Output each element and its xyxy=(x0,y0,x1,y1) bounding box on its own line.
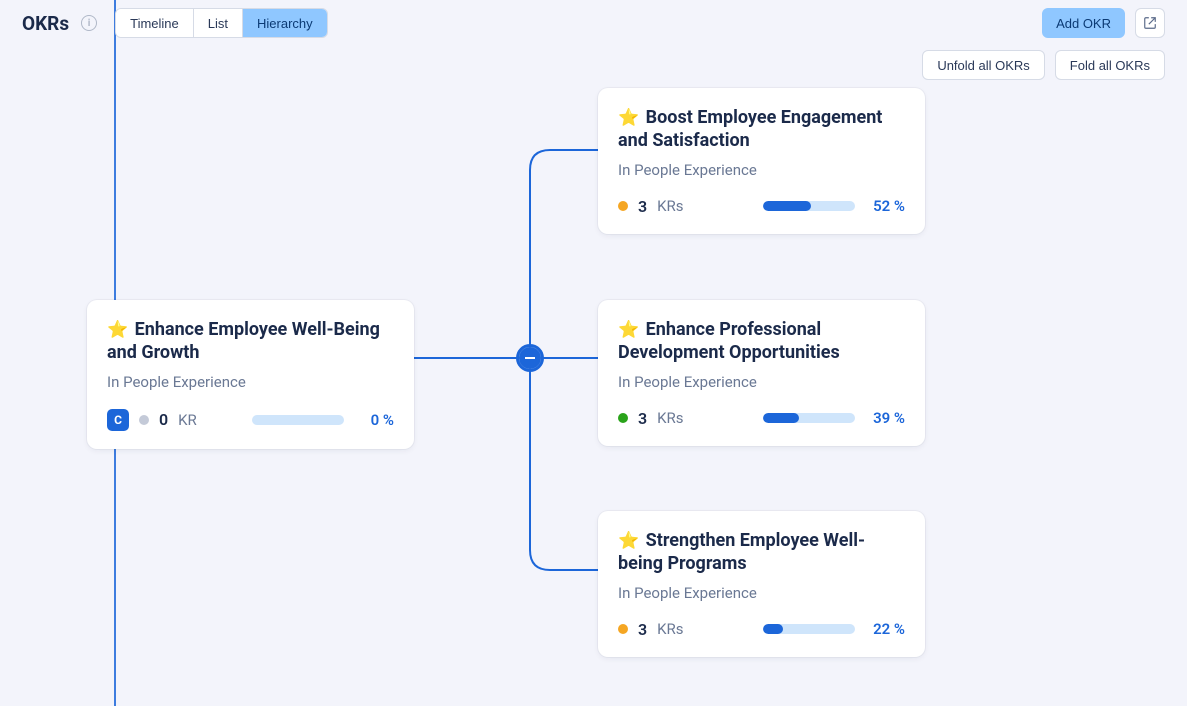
progress-fill xyxy=(763,624,783,634)
progress-bar xyxy=(763,201,855,211)
progress-bar xyxy=(252,415,344,425)
okr-card-child-1[interactable]: ⭐ Boost Employee Engagement and Satisfac… xyxy=(598,88,925,234)
kr-count: 0 xyxy=(159,410,168,429)
kr-count: 3 xyxy=(638,197,647,216)
progress-bar xyxy=(763,413,855,423)
kr-label: KR xyxy=(178,411,197,429)
okr-title-text: Enhance Employee Well-Being and Growth xyxy=(107,319,380,363)
page-title: OKRs xyxy=(22,12,69,35)
okr-department: In People Experience xyxy=(107,373,394,391)
progress-fill xyxy=(763,201,811,211)
kr-count: 3 xyxy=(638,409,647,428)
open-external-icon[interactable] xyxy=(1135,8,1165,38)
star-icon: ⭐ xyxy=(618,108,639,128)
progress-fill xyxy=(763,413,799,423)
progress-bar xyxy=(763,624,855,634)
okr-title-text: Enhance Professional Development Opportu… xyxy=(618,319,840,363)
okr-title: ⭐ Enhance Professional Development Oppor… xyxy=(618,318,905,365)
okr-title-text: Strengthen Employee Well-being Programs xyxy=(618,530,865,574)
tab-hierarchy[interactable]: Hierarchy xyxy=(243,9,327,37)
hierarchy-actions: Unfold all OKRs Fold all OKRs xyxy=(922,50,1165,80)
okr-title: ⭐ Boost Employee Engagement and Satisfac… xyxy=(618,106,905,153)
progress-percent: 39 % xyxy=(865,409,905,427)
top-bar: OKRs i Timeline List Hierarchy Add OKR xyxy=(0,0,1187,46)
unfold-all-button[interactable]: Unfold all OKRs xyxy=(922,50,1044,80)
tab-timeline[interactable]: Timeline xyxy=(116,9,194,37)
okr-department: In People Experience xyxy=(618,161,905,179)
star-icon: ⭐ xyxy=(618,531,639,551)
kr-count: 3 xyxy=(638,620,647,639)
status-indicator xyxy=(618,201,628,211)
progress-percent: 52 % xyxy=(865,197,905,215)
okr-title: ⭐ Strengthen Employee Well-being Program… xyxy=(618,529,905,576)
okr-card-parent[interactable]: ⭐ Enhance Employee Well-Being and Growth… xyxy=(87,300,414,449)
kr-label: KRs xyxy=(657,409,683,427)
status-indicator xyxy=(139,415,149,425)
progress-percent: 0 % xyxy=(354,411,394,429)
kr-label: KRs xyxy=(657,620,683,638)
owner-avatar: C xyxy=(107,409,129,431)
view-segmented-control: Timeline List Hierarchy xyxy=(115,8,328,38)
okr-title: ⭐ Enhance Employee Well-Being and Growth xyxy=(107,318,394,365)
okr-title-text: Boost Employee Engagement and Satisfacti… xyxy=(618,107,882,151)
star-icon: ⭐ xyxy=(618,320,639,340)
progress-percent: 22 % xyxy=(865,620,905,638)
status-indicator xyxy=(618,413,628,423)
status-indicator xyxy=(618,624,628,634)
star-icon: ⭐ xyxy=(107,320,128,340)
add-okr-button[interactable]: Add OKR xyxy=(1042,8,1125,38)
tab-list[interactable]: List xyxy=(194,9,243,37)
fold-all-button[interactable]: Fold all OKRs xyxy=(1055,50,1165,80)
okr-card-child-2[interactable]: ⭐ Enhance Professional Development Oppor… xyxy=(598,300,925,446)
collapse-toggle[interactable] xyxy=(516,344,544,372)
okr-card-child-3[interactable]: ⭐ Strengthen Employee Well-being Program… xyxy=(598,511,925,657)
okr-department: In People Experience xyxy=(618,584,905,602)
info-icon[interactable]: i xyxy=(81,15,97,31)
kr-label: KRs xyxy=(657,197,683,215)
okr-department: In People Experience xyxy=(618,373,905,391)
